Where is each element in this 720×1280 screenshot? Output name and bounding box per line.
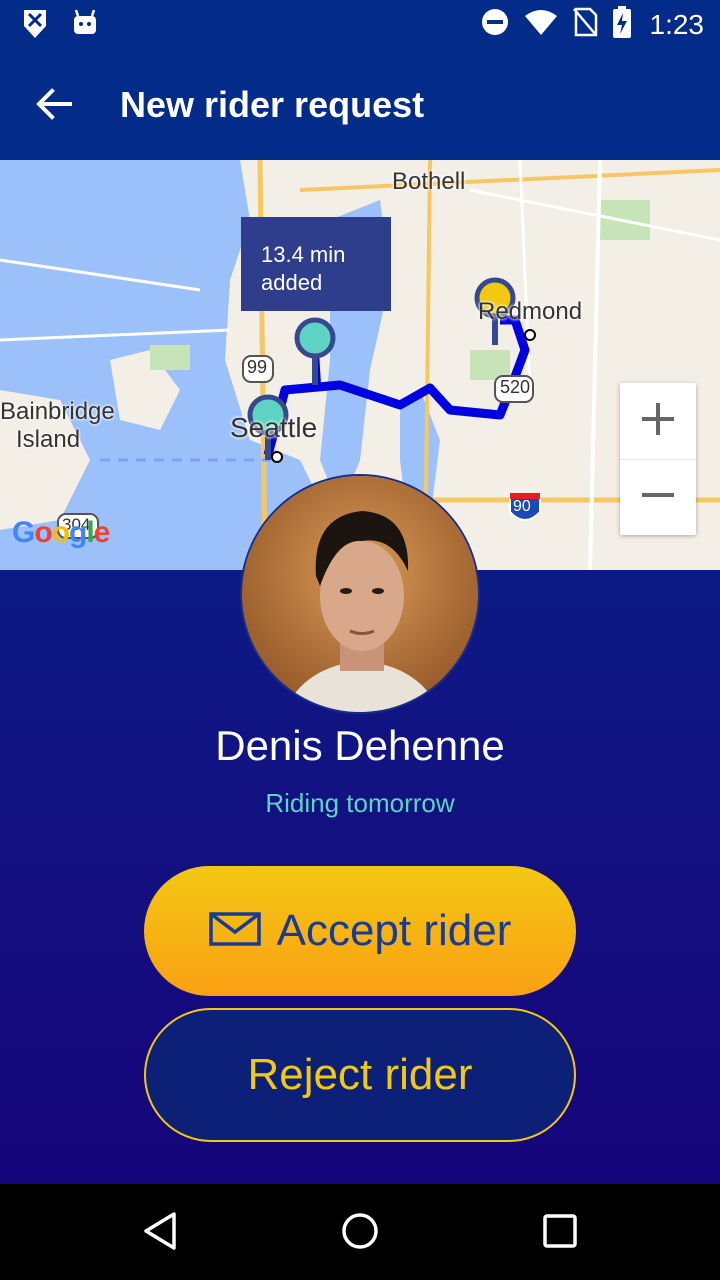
- status-bar: 1:23: [0, 0, 720, 50]
- back-button[interactable]: [28, 80, 80, 132]
- nav-back-button[interactable]: [135, 1208, 185, 1258]
- no-sim-icon: [572, 7, 598, 42]
- map-label-bothell: Bothell: [392, 168, 466, 195]
- back-triangle-icon: [140, 1211, 180, 1256]
- nav-home-button[interactable]: [335, 1208, 385, 1258]
- battery-charging-icon: [612, 6, 632, 43]
- zoom-out-button[interactable]: [620, 459, 696, 535]
- notification-icon: [22, 8, 48, 45]
- shield-90: 90: [513, 498, 531, 515]
- app-bar: New rider request: [0, 50, 720, 160]
- shield-520: 520: [500, 377, 531, 397]
- plus-icon: [640, 401, 676, 442]
- zoom-in-button[interactable]: [620, 383, 696, 459]
- map-label-seattle: Seattle: [230, 412, 318, 443]
- rider-name: Denis Dehenne: [215, 722, 505, 769]
- shield-99: 99: [247, 357, 268, 377]
- status-time: 1:23: [649, 8, 705, 40]
- android-icon: [72, 8, 98, 45]
- envelope-icon: [208, 911, 261, 951]
- time-added-tooltip: 13.4 min added: [241, 217, 391, 311]
- system-nav-bar: [0, 1184, 720, 1280]
- tooltip-line-2: added: [261, 270, 323, 295]
- rider-status: Riding tomorrow: [265, 788, 455, 818]
- dnd-icon: [480, 7, 510, 42]
- reject-rider-label: Reject rider: [247, 1050, 473, 1099]
- page-title: New rider request: [120, 84, 425, 125]
- accept-rider-button[interactable]: Accept rider: [144, 866, 576, 996]
- avatar: [240, 474, 480, 714]
- accept-rider-label: Accept rider: [276, 906, 512, 955]
- home-circle-icon: [340, 1211, 380, 1256]
- arrow-left-icon: [36, 87, 72, 125]
- reject-rider-button[interactable]: Reject rider: [144, 1008, 576, 1142]
- map-label-island: Island: [16, 426, 81, 453]
- map-label-bainbridge: Bainbridge: [0, 398, 115, 425]
- recents-square-icon: [540, 1211, 580, 1256]
- map-label-redmond: Redmond: [478, 298, 583, 325]
- nav-recents-button[interactable]: [535, 1208, 585, 1258]
- wifi-icon: [524, 8, 558, 41]
- tooltip-line-1: 13.4 min: [261, 242, 346, 267]
- minus-icon: [640, 477, 676, 518]
- zoom-control: [620, 383, 696, 535]
- google-logo: Google: [12, 516, 110, 549]
